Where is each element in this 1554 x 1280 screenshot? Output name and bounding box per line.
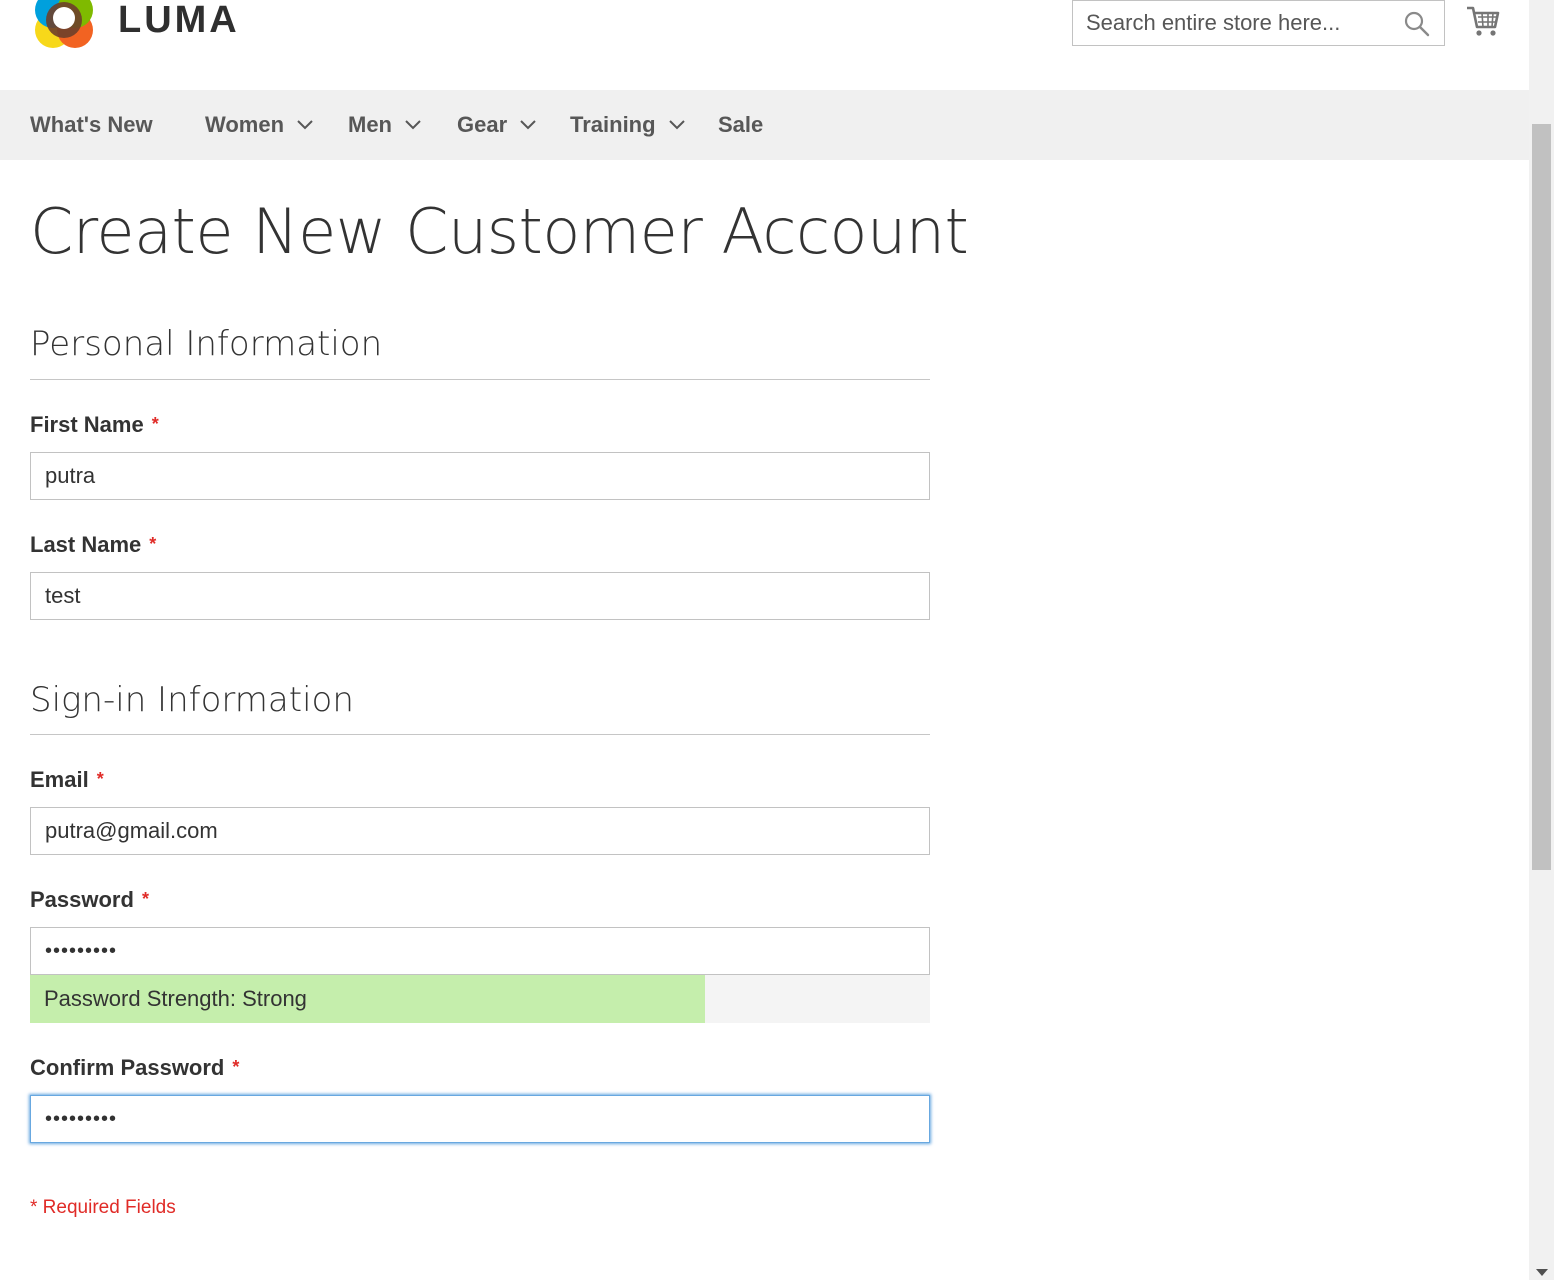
last-name-label: Last Name * (30, 532, 156, 559)
chevron-down-icon (520, 120, 536, 130)
first-name-label: First Name * (30, 412, 159, 439)
chevron-down-icon (405, 120, 421, 130)
last-name-label-text: Last Name (30, 532, 142, 557)
email-field[interactable] (30, 807, 930, 855)
first-name-field[interactable] (30, 452, 930, 500)
nav-item-women[interactable]: Women (205, 90, 314, 160)
nav-item-sale[interactable]: Sale (718, 90, 763, 160)
nav-item-label: Women (205, 112, 285, 137)
main-navigation: What's New Women Men Gear Training Sale (0, 90, 1529, 160)
nav-item-label: Gear (457, 112, 508, 137)
scrollbar-thumb[interactable] (1532, 124, 1551, 870)
nav-item-gear[interactable]: Gear (457, 90, 537, 160)
required-asterisk: * (141, 889, 149, 909)
required-fields-note: * Required Fields (30, 1197, 176, 1218)
required-asterisk: * (149, 534, 157, 554)
password-label-text: Password (30, 887, 134, 912)
vertical-scrollbar[interactable] (1529, 0, 1554, 1280)
required-asterisk: * (96, 769, 104, 789)
password-field[interactable] (30, 927, 930, 975)
confirm-password-field[interactable] (30, 1095, 930, 1143)
chevron-down-icon (297, 120, 313, 130)
email-label: Email * (30, 767, 104, 794)
nav-item-label: Men (348, 112, 392, 137)
search-icon[interactable] (1404, 11, 1430, 37)
nav-item-label: Training (570, 112, 656, 137)
luma-logo[interactable] (31, 0, 97, 54)
divider (30, 734, 930, 735)
search-box (1072, 0, 1445, 46)
nav-item-label: Sale (718, 112, 764, 137)
header: LUMA (0, 0, 1529, 90)
search-input[interactable] (1073, 1, 1406, 45)
nav-item-men[interactable]: Men (348, 90, 422, 160)
first-name-label-text: First Name (30, 412, 144, 437)
password-strength-meter: Password Strength: Strong (30, 975, 930, 1023)
scroll-down-arrow-icon[interactable] (1536, 1269, 1548, 1276)
nav-item-label: What's New (30, 112, 153, 137)
nav-item-training[interactable]: Training (570, 90, 686, 160)
confirm-password-label-text: Confirm Password (30, 1055, 225, 1080)
personal-info-title: Personal Information (30, 324, 383, 364)
page: LUMA What's New Women Men (0, 0, 1529, 1280)
email-label-text: Email (30, 767, 89, 792)
logo-text[interactable]: LUMA (118, 0, 240, 40)
password-strength-text: Password Strength: Strong (44, 986, 307, 1011)
required-asterisk: * (232, 1057, 240, 1077)
divider (30, 379, 930, 380)
signin-info-title: Sign-in Information (30, 680, 354, 720)
chevron-down-icon (668, 120, 685, 130)
nav-item-whats-new[interactable]: What's New (30, 90, 153, 160)
required-asterisk: * (151, 414, 159, 434)
confirm-password-label: Confirm Password * (30, 1055, 239, 1082)
cart-icon[interactable] (1465, 3, 1501, 39)
password-label: Password * (30, 887, 149, 914)
page-title: Create New Customer Account (30, 195, 969, 268)
last-name-field[interactable] (30, 572, 930, 620)
